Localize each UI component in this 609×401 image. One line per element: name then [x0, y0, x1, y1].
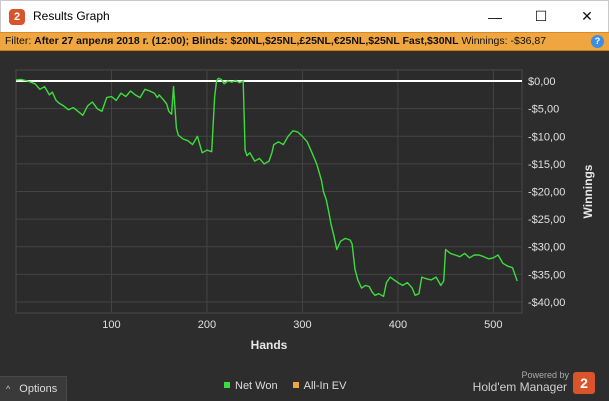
brand-name: Hold'em Manager: [472, 380, 567, 394]
y-axis-title: Winnings: [581, 164, 595, 218]
legend-swatch-net-won: [224, 382, 230, 388]
legend-item-net-won[interactable]: Net Won: [224, 380, 278, 392]
y-tick-label: -$40,00: [528, 297, 565, 309]
y-tick-label: $0,00: [528, 76, 556, 88]
winnings-label: Winnings:: [461, 35, 508, 47]
brand-logo-icon: 2: [573, 372, 595, 394]
x-tick-label: 200: [198, 319, 216, 331]
results-chart: $0,00 -$5,00 -$10,00 -$15,00 -$20,00 -$25,00 -…: [15, 69, 595, 352]
minimize-button[interactable]: —: [472, 1, 518, 32]
y-tick-label: -$15,00: [528, 159, 565, 171]
chart-legend: Net Won All-In EV: [224, 380, 358, 392]
maximize-button[interactable]: ☐: [518, 1, 564, 32]
filter-bar[interactable]: Filter: After 27 апреля 2018 г. (12:00);…: [0, 32, 609, 51]
x-tick-label: 300: [293, 319, 311, 331]
y-tick-label: -$20,00: [528, 187, 565, 199]
x-tick-label: 100: [102, 319, 120, 331]
x-tick-label: 500: [484, 319, 502, 331]
legend-swatch-all-in-ev: [292, 382, 299, 388]
x-axis-title: Hands: [251, 338, 288, 352]
options-label: Options: [19, 383, 58, 395]
legend-label-all-in-ev: All-In EV: [303, 380, 347, 392]
y-tick-label: -$5,00: [528, 104, 559, 116]
winnings-value: -$36,87: [510, 35, 547, 47]
powered-by-text: Powered by: [521, 370, 569, 380]
brand-block: Powered by Hold'em Manager 2: [472, 370, 595, 394]
legend-item-all-in-ev[interactable]: All-In EV: [292, 380, 347, 392]
app-logo-icon: 2: [9, 9, 25, 25]
legend-label-net-won: Net Won: [235, 380, 278, 392]
x-tick-label: 400: [389, 319, 407, 331]
title-bar: 2 Results Graph — ☐ ✕: [0, 0, 609, 32]
filter-prefix: Filter:: [5, 35, 32, 47]
graph-panel: $0,00 -$5,00 -$10,00 -$15,00 -$20,00 -$25,00 -…: [0, 51, 609, 401]
y-tick-label: -$25,00: [528, 214, 565, 226]
chevron-up-icon: ^: [6, 384, 11, 394]
help-icon[interactable]: ?: [591, 35, 604, 48]
y-tick-label: -$30,00: [528, 242, 565, 254]
options-button[interactable]: ^ Options: [0, 376, 67, 401]
filter-text: After 27 апреля 2018 г. (12:00); Blinds:…: [34, 35, 459, 47]
window-title: Results Graph: [33, 9, 110, 23]
y-tick-label: -$10,00: [528, 131, 565, 143]
close-button[interactable]: ✕: [564, 1, 609, 32]
y-tick-label: -$35,00: [528, 269, 565, 281]
